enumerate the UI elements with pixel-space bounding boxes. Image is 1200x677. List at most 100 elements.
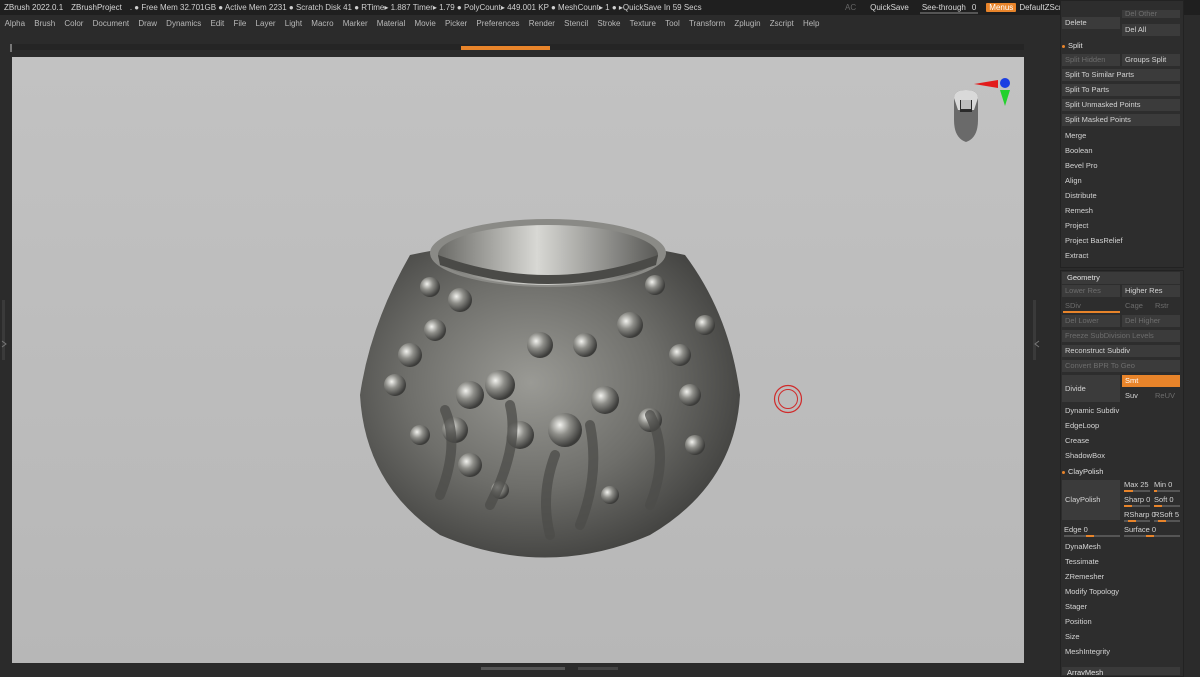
crease-subpalette[interactable]: Crease [1062,435,1180,447]
menu-marker[interactable]: Marker [338,19,372,28]
dynamic-subdiv-subpalette[interactable]: Dynamic Subdiv [1062,405,1180,417]
convert-bpr-button[interactable]: Convert BPR To Geo [1062,360,1180,372]
menu-stroke[interactable]: Stroke [593,19,625,28]
menu-alpha[interactable]: Alpha [0,19,30,28]
align-subpalette[interactable]: Align [1062,175,1180,187]
dynamesh-subpalette[interactable]: DynaMesh [1062,541,1180,553]
lower-res-button[interactable]: Lower Res [1062,285,1120,297]
divide-button[interactable]: Divide [1062,375,1120,402]
freeze-subdivision-button[interactable]: Freeze SubDivision Levels [1062,330,1180,342]
geometry-subpalette-header[interactable]: Geometry [1062,272,1180,284]
claypolish-button[interactable]: ClayPolish [1062,480,1120,520]
size-subpalette[interactable]: Size [1062,631,1180,643]
higher-res-button[interactable]: Higher Res [1122,285,1180,297]
menu-brush[interactable]: Brush [30,19,60,28]
menu-preferences[interactable]: Preferences [472,19,524,28]
suv-toggle[interactable]: Suv [1122,390,1148,402]
menu-color[interactable]: Color [60,19,88,28]
max-slider-label[interactable]: Max 25 [1124,480,1149,489]
delete-button[interactable]: Delete [1062,17,1120,29]
rstr-button[interactable]: Rstr [1152,300,1180,312]
bottom-tray-handle[interactable] [481,667,565,670]
del-lower-button[interactable]: Del Lower [1062,315,1120,327]
remesh-subpalette[interactable]: Remesh [1062,205,1180,217]
claypolish-subpalette-header[interactable]: ClayPolish [1062,466,1103,478]
merge-subpalette[interactable]: Merge [1062,130,1180,142]
position-subpalette[interactable]: Position [1062,616,1180,628]
subpalette-dot-icon [1062,470,1065,474]
expand-left-icon[interactable] [1,340,7,348]
edge-slider-label[interactable]: Edge 0 [1064,525,1088,534]
menu-zscript[interactable]: Zscript [765,19,798,28]
del-all-button[interactable]: Del All [1122,24,1180,36]
groups-split-button[interactable]: Groups Split [1122,54,1180,66]
menu-picker[interactable]: Picker [440,19,471,28]
z-axis-icon [1000,78,1010,88]
menu-zplugin[interactable]: Zplugin [730,19,765,28]
menu-help[interactable]: Help [798,19,824,28]
del-higher-button[interactable]: Del Higher [1122,315,1180,327]
stager-subpalette[interactable]: Stager [1062,601,1180,613]
split-to-similar-parts-button[interactable]: Split To Similar Parts [1062,69,1180,81]
menu-transform[interactable]: Transform [684,19,729,28]
menu-dynamics[interactable]: Dynamics [162,19,206,28]
split-masked-points-button[interactable]: Split Masked Points [1062,114,1180,126]
menu-macro[interactable]: Macro [307,19,338,28]
tessimate-subpalette[interactable]: Tessimate [1062,556,1180,568]
menu-movie[interactable]: Movie [410,19,441,28]
edgeloop-subpalette[interactable]: EdgeLoop [1062,420,1180,432]
menu-tool[interactable]: Tool [661,19,685,28]
sharp-slider-label[interactable]: Sharp 0 [1124,495,1150,504]
soft-slider-fill [1154,505,1162,507]
left-tray-handle[interactable] [2,300,5,360]
shadowbox-subpalette[interactable]: ShadowBox [1062,450,1180,462]
ac-label: AC [845,3,857,12]
meshintegrity-subpalette[interactable]: MeshIntegrity [1062,646,1180,658]
menu-material[interactable]: Material [372,19,410,28]
surface-slider-fill [1146,535,1154,537]
min-slider[interactable] [1154,490,1180,492]
menu-draw[interactable]: Draw [134,19,162,28]
menu-edit[interactable]: Edit [206,19,229,28]
menu-layer[interactable]: Layer [251,19,280,28]
extract-subpalette[interactable]: Extract [1062,250,1180,262]
menu-texture[interactable]: Texture [625,19,660,28]
right-tray-handle[interactable] [1033,300,1036,360]
menu-render[interactable]: Render [524,19,559,28]
split-subpalette-header[interactable]: Split [1062,40,1083,52]
rsharp-slider-label[interactable]: RSharp 0 [1124,510,1156,519]
split-to-parts-button[interactable]: Split To Parts [1062,84,1180,96]
boolean-subpalette[interactable]: Boolean [1062,145,1180,157]
arraymesh-subpalette-header[interactable]: ArrayMesh [1062,667,1180,675]
zremesher-subpalette[interactable]: ZRemesher [1062,571,1180,583]
menu-file[interactable]: File [229,19,251,28]
menu-document[interactable]: Document [88,19,134,28]
menu-stencil[interactable]: Stencil [560,19,593,28]
menus-button[interactable]: Menus [986,3,1017,12]
project-subpalette[interactable]: Project [1062,220,1180,232]
distribute-subpalette[interactable]: Distribute [1062,190,1180,202]
rsoft-slider-label[interactable]: RSoft 5 [1154,510,1179,519]
split-unmasked-points-button[interactable]: Split Unmasked Points [1062,99,1180,111]
cage-button[interactable]: Cage [1122,300,1148,312]
navigation-gizmo[interactable] [946,76,1016,146]
reuv-button[interactable]: ReUV [1152,390,1180,402]
del-other-button[interactable]: Del Other [1122,10,1180,18]
3d-mesh-vase[interactable] [350,205,745,570]
surface-slider-label[interactable]: Surface 0 [1124,525,1156,534]
smt-toggle[interactable]: Smt [1122,375,1180,387]
menu-light[interactable]: Light [280,19,307,28]
modify-topology-subpalette[interactable]: Modify Topology [1062,586,1180,598]
claypolish-label: ClayPolish [1068,467,1104,476]
seethrough-slider[interactable]: See-through 0 [918,3,980,14]
bevel-pro-subpalette[interactable]: Bevel Pro [1062,160,1180,172]
min-slider-label[interactable]: Min 0 [1154,480,1172,489]
project-basrelief-subpalette[interactable]: Project BasRelief [1062,235,1180,247]
split-hidden-button[interactable]: Split Hidden [1062,54,1120,66]
soft-slider-label[interactable]: Soft 0 [1154,495,1174,504]
expand-right-icon[interactable] [1034,340,1040,348]
status-bar: ZBrush 2022.0.1 ZBrushProject . ● Free M… [0,0,1200,15]
bottom-tray-handle-2[interactable] [578,667,618,670]
reconstruct-subdiv-button[interactable]: Reconstruct Subdiv [1062,345,1180,357]
quicksave-button[interactable]: QuickSave [867,3,912,12]
